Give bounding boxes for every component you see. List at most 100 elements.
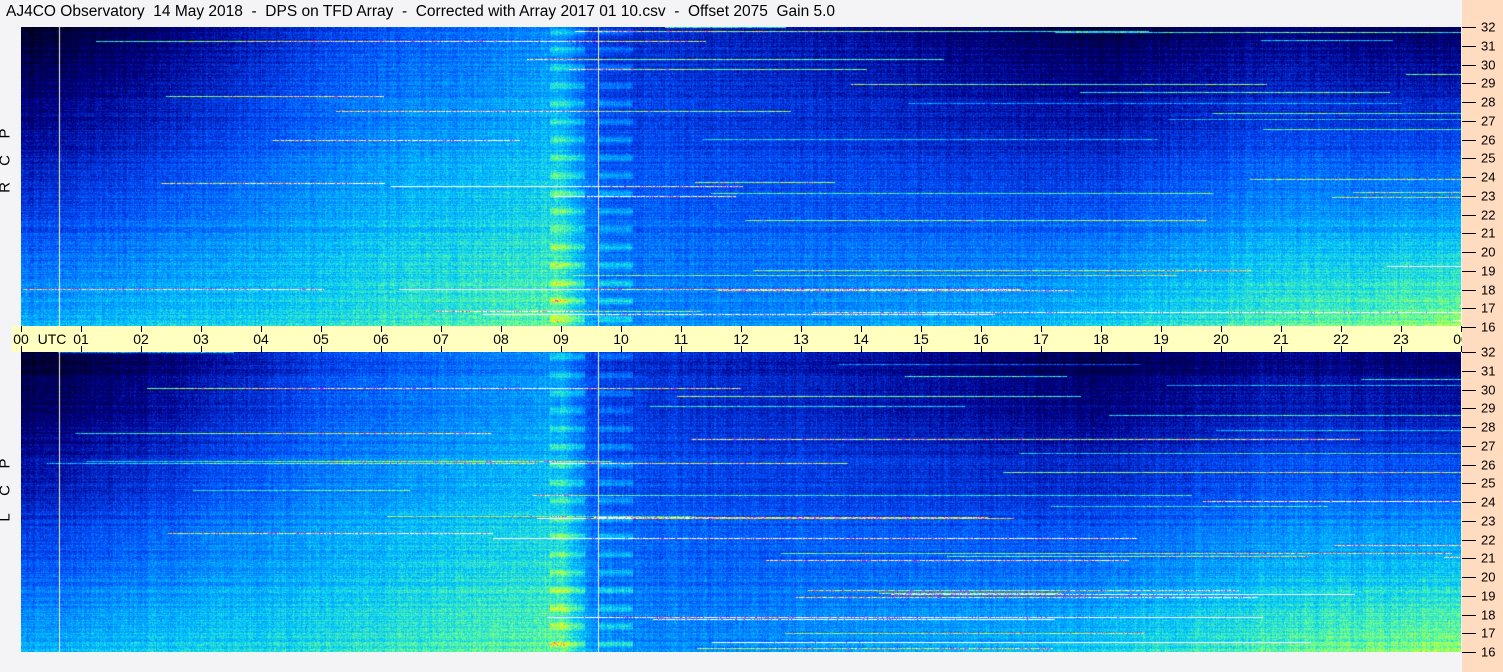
panel-label-letter: C	[0, 484, 24, 498]
y-tick-mark	[1462, 539, 1476, 541]
y-tick-mark	[1462, 633, 1476, 635]
y-tick-label: 23	[1481, 188, 1496, 204]
x-tick-label: 13	[793, 331, 809, 347]
y-tick-mark	[1462, 445, 1476, 447]
x-tick-label: 19	[1153, 331, 1169, 347]
y-tick-label: 21	[1481, 550, 1496, 566]
y-tick-label: 22	[1481, 207, 1496, 222]
spectrogram-panel-rcp	[21, 27, 1461, 327]
y-tick-mark	[1462, 389, 1476, 391]
y-tick-label: 23	[1481, 513, 1496, 529]
x-tick-label: 20	[1213, 331, 1229, 347]
y-tick-label: 17	[1481, 625, 1496, 641]
x-tick-label: 18	[1093, 331, 1109, 347]
y-tick-mark	[1462, 45, 1476, 47]
y-tick-mark	[1462, 83, 1476, 85]
y-tick-mark	[1462, 177, 1476, 178]
y-tick-mark	[1462, 558, 1476, 560]
y-tick-mark	[1462, 614, 1476, 616]
y-tick-label: 29	[1481, 400, 1496, 416]
y-tick-mark	[1462, 577, 1476, 578]
heatmap-lcp	[21, 352, 1461, 652]
y-tick-label: 24	[1481, 494, 1496, 510]
frequency-axis: 16 17 18 19 20 21 22 23 24 25 26 27 28 29 30 31 32 16 17 18…	[1462, 0, 1503, 672]
y-tick-label: 22	[1481, 532, 1496, 547]
y-tick-label: 16	[1481, 319, 1496, 335]
y-tick-label: 32	[1481, 344, 1496, 360]
y-tick-mark	[1462, 502, 1476, 503]
y-tick-label: 27	[1481, 113, 1496, 129]
y-tick-mark	[1462, 408, 1476, 410]
y-tick-mark	[1462, 483, 1476, 485]
y-tick-label: 26	[1481, 457, 1496, 472]
panel-label-letter: P	[0, 457, 24, 471]
y-tick-label: 25	[1481, 475, 1496, 491]
y-tick-mark	[1462, 195, 1476, 197]
panel-label-letter: P	[0, 127, 24, 141]
y-tick-mark	[1462, 233, 1476, 235]
y-tick-mark	[1462, 270, 1476, 272]
y-tick-label: 18	[1481, 282, 1496, 297]
y-tick-label: 27	[1481, 438, 1496, 454]
x-tick-label: 00	[13, 331, 29, 347]
y-tick-mark	[1462, 158, 1476, 160]
y-tick-label: 25	[1481, 150, 1496, 166]
y-tick-label: 31	[1481, 363, 1496, 379]
y-tick-mark	[1462, 595, 1476, 597]
x-tick-label: 17	[1033, 331, 1049, 347]
panel-label-lcp: P C L	[0, 450, 17, 531]
y-tick-label: 16	[1481, 644, 1496, 660]
x-tick-label: 15	[913, 331, 929, 347]
spectrogram-panel-lcp	[21, 352, 1461, 652]
x-axis-label: UTC	[37, 331, 67, 347]
x-tick-label: 07	[433, 331, 449, 347]
y-tick-mark	[1462, 352, 1476, 353]
x-tick-label: 21	[1273, 331, 1289, 347]
x-tick-label: 11	[673, 331, 689, 347]
y-tick-mark	[1462, 327, 1476, 328]
y-tick-mark	[1462, 370, 1476, 372]
x-tick-label: 09	[553, 331, 569, 347]
x-tick-label: 08	[493, 331, 509, 347]
y-tick-mark	[1462, 214, 1476, 216]
y-tick-label: 26	[1481, 132, 1496, 147]
y-tick-label: 19	[1481, 588, 1496, 604]
y-tick-mark	[1462, 64, 1476, 66]
y-tick-mark	[1462, 139, 1476, 141]
y-tick-label: 30	[1481, 382, 1496, 397]
x-tick-label: 12	[733, 331, 749, 347]
y-tick-mark	[1462, 464, 1476, 466]
y-tick-label: 29	[1481, 75, 1496, 91]
panel-label-letter: C	[0, 154, 24, 168]
y-tick-mark	[1462, 652, 1476, 653]
y-tick-mark	[1462, 252, 1476, 253]
y-tick-label: 32	[1481, 19, 1496, 35]
spectrogram-window: AJ4CO Observatory 14 May 2018 - DPS on T…	[0, 0, 1503, 672]
y-tick-label: 20	[1481, 569, 1496, 585]
y-tick-label: 18	[1481, 607, 1496, 622]
x-tick-label: 02	[133, 331, 149, 347]
x-tick-label: 10	[613, 331, 629, 347]
x-tick-label: 03	[193, 331, 209, 347]
y-tick-label: 30	[1481, 57, 1496, 72]
y-tick-mark	[1462, 120, 1476, 122]
x-tick-label: 16	[973, 331, 989, 347]
heatmap-rcp	[21, 27, 1461, 327]
x-tick-label: 04	[253, 331, 269, 347]
x-tick-label: 23	[1393, 331, 1409, 347]
y-tick-mark	[1462, 102, 1476, 103]
y-tick-label: 24	[1481, 169, 1496, 185]
y-tick-label: 20	[1481, 244, 1496, 260]
x-tick-label: 22	[1333, 331, 1349, 347]
y-tick-mark	[1462, 308, 1476, 310]
y-tick-mark	[1462, 289, 1476, 291]
x-tick-label: 06	[373, 331, 389, 347]
x-tick-label: 01	[73, 331, 89, 347]
panel-label-letter: L	[0, 511, 24, 525]
y-tick-label: 17	[1481, 300, 1496, 316]
y-tick-label: 28	[1481, 419, 1496, 435]
y-tick-mark	[1462, 27, 1476, 28]
y-tick-label: 21	[1481, 225, 1496, 241]
time-axis: 00 01 02 03 04 05 06 07 08 09 10 11 12 13 14 15 16 17 18 19…	[12, 326, 1500, 352]
panel-label-rcp: P C R	[0, 120, 17, 201]
